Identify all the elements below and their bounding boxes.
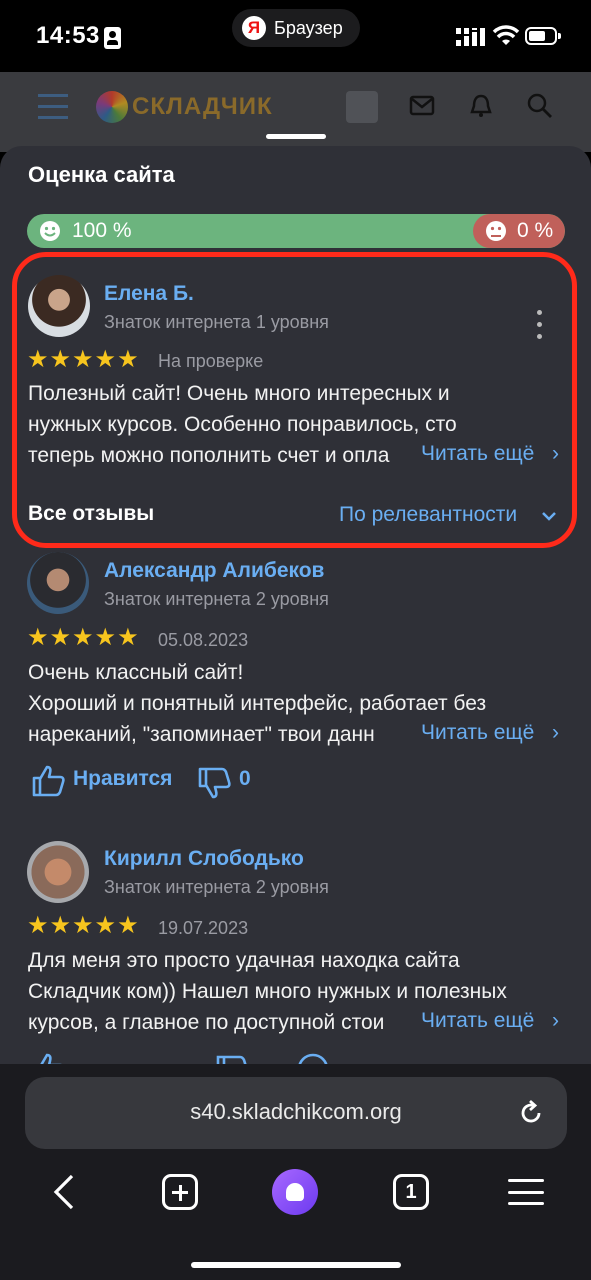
- positive-percent: 100 %: [72, 219, 132, 242]
- browser-indicator: Я Браузер: [232, 9, 360, 47]
- url-text[interactable]: s40.skladchikcom.org: [25, 1099, 567, 1125]
- back-icon[interactable]: [50, 1174, 78, 1210]
- review-text-line: курсов, а главное по доступной стои: [28, 1011, 385, 1034]
- tabs-count: 1: [405, 1181, 417, 1203]
- negative-percent: 0 %: [517, 219, 554, 242]
- hamburger-menu-icon[interactable]: [38, 94, 68, 119]
- reviewer-level: Знаток интернета 2 уровня: [104, 877, 329, 897]
- reviewer-level: Знаток интернета 2 уровня: [104, 589, 329, 609]
- review-text-line: Очень классный сайт!: [28, 661, 244, 684]
- star-rating: ★★★★★: [27, 912, 140, 939]
- chevron-right-icon[interactable]: ›: [552, 721, 559, 745]
- browser-label: Браузер: [274, 17, 343, 38]
- sheet-title: Оценка сайта: [28, 162, 175, 187]
- like-button[interactable]: Нравится: [73, 767, 172, 791]
- tabs-button[interactable]: 1: [393, 1174, 429, 1210]
- reload-icon[interactable]: [517, 1099, 545, 1127]
- reviewer-name[interactable]: Александр Алибеков: [104, 559, 324, 583]
- review-date: 19.07.2023: [158, 918, 249, 938]
- chevron-right-icon[interactable]: ›: [552, 1009, 559, 1033]
- search-icon[interactable]: [527, 93, 553, 119]
- highlight-outline: [12, 252, 577, 548]
- user-avatar-icon[interactable]: [346, 91, 378, 123]
- review-text-line: Хороший и понятный интерфейс, работает б…: [28, 692, 487, 715]
- mail-icon[interactable]: [409, 95, 435, 117]
- avatar[interactable]: [27, 841, 89, 903]
- review-text-line: нареканий, "запоминает" твои данн: [28, 723, 375, 746]
- home-indicator: [191, 1262, 401, 1268]
- review-text-line: Складчик ком)) Нашел много нужных и поле…: [28, 980, 507, 1003]
- avatar[interactable]: [27, 552, 89, 614]
- read-more-link[interactable]: Читать ещё: [421, 1009, 534, 1033]
- review-text-line: Для меня это просто удачная находка сайт…: [28, 949, 460, 972]
- reviewer-name[interactable]: Кирилл Слободько: [104, 847, 304, 871]
- status-time: 14:53: [36, 22, 100, 49]
- site-logo-text[interactable]: СКЛАДЧИК: [132, 93, 273, 121]
- signal-icon: [456, 28, 485, 46]
- smile-icon: [40, 221, 60, 241]
- yandex-logo-icon: Я: [242, 16, 266, 40]
- bell-icon[interactable]: [469, 93, 493, 119]
- battery-icon: [525, 27, 561, 45]
- sheet-grabber[interactable]: [266, 134, 326, 139]
- dislike-count[interactable]: 0: [239, 767, 251, 791]
- id-card-icon: [104, 27, 121, 49]
- review-date: 05.08.2023: [158, 630, 249, 650]
- rating-bar: 100 % 0 %: [27, 214, 565, 248]
- site-logo-icon[interactable]: [96, 91, 128, 123]
- thumbs-down-icon[interactable]: [196, 766, 232, 800]
- wifi-icon: [492, 25, 520, 45]
- thumbs-up-icon[interactable]: [30, 764, 66, 798]
- star-rating: ★★★★★: [27, 624, 140, 651]
- alice-assistant-icon[interactable]: [272, 1169, 318, 1215]
- read-more-link[interactable]: Читать ещё: [421, 721, 534, 745]
- new-tab-icon[interactable]: [162, 1174, 198, 1210]
- site-header: [0, 72, 591, 152]
- menu-icon[interactable]: [508, 1179, 544, 1205]
- sad-icon: [486, 221, 506, 241]
